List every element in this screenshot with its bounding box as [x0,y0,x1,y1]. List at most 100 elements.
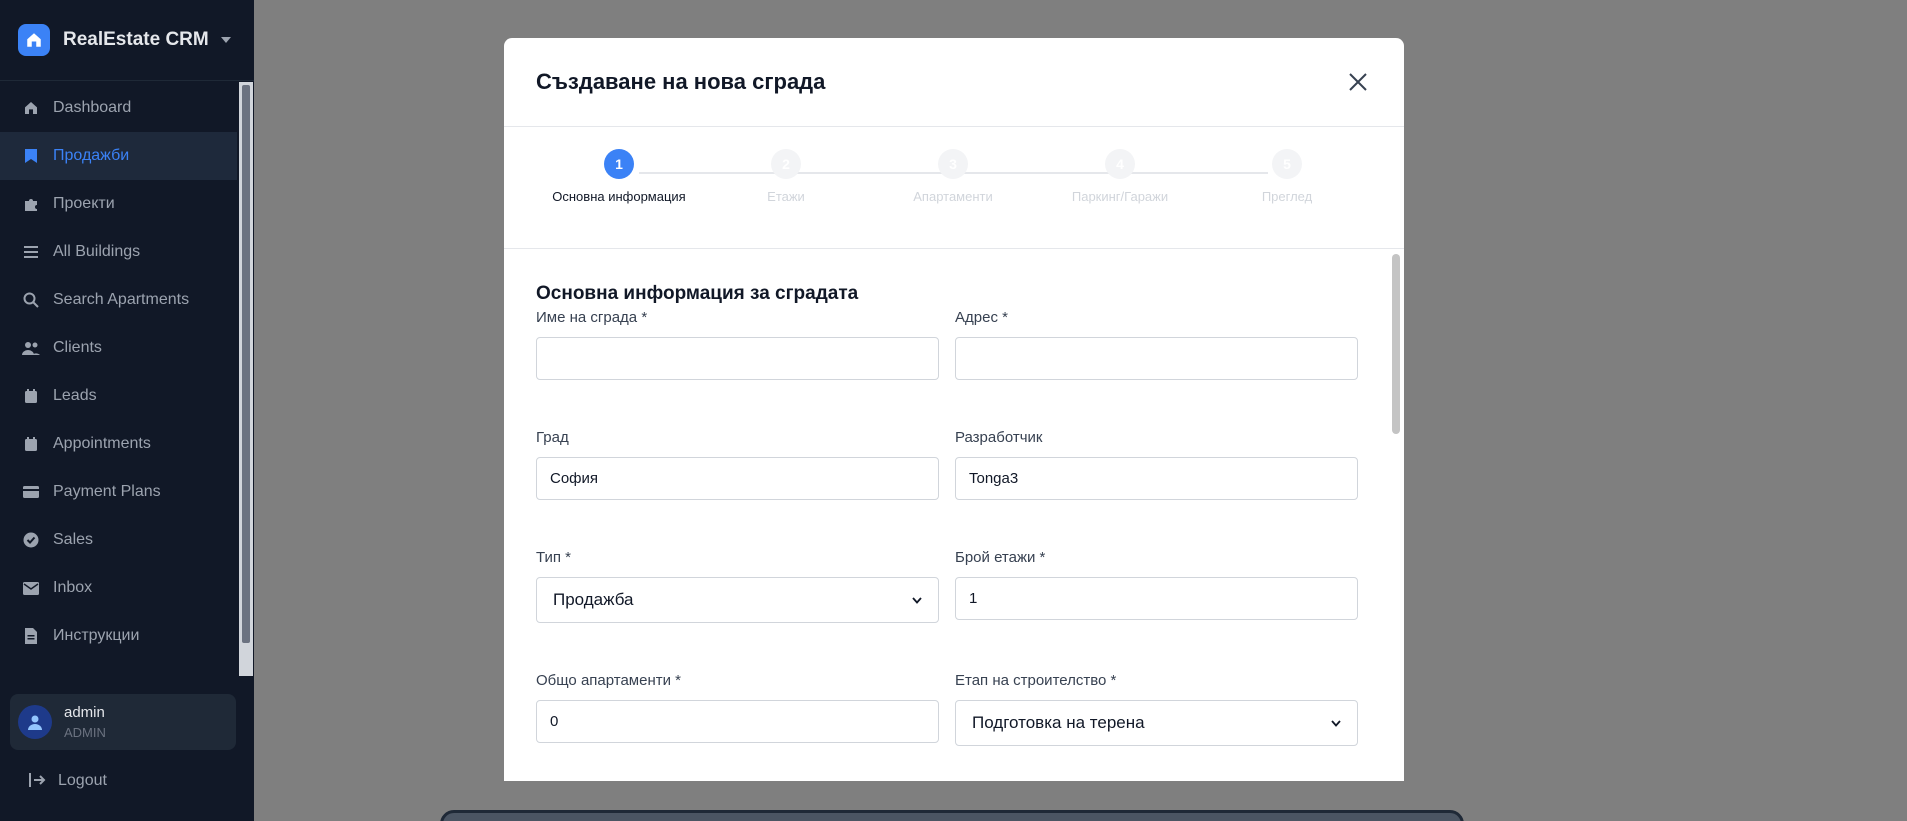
field-label: Тип * [536,549,572,566]
sidebar-item-label: All Buildings [53,243,141,260]
sidebar-item-label: Inbox [53,579,93,596]
sidebar-item-clients[interactable]: Clients [0,324,237,372]
step-label: Преглед [1261,189,1313,204]
step-review[interactable]: 5 Преглед [1207,149,1367,204]
puzzle-icon [22,195,40,213]
logout-icon [28,772,46,790]
sidebar-nav: Dashboard Продажби Проекти All Buildings… [0,84,237,674]
sidebar-item-label: Продажби [53,147,130,164]
wizard-stepper: 1 Основна информация 2 Етажи 3 Апартамен… [504,127,1404,249]
modal-title: Създаване на нова сграда [536,69,826,94]
calendar-icon [22,387,40,405]
step-number: 3 [938,149,968,179]
total-apartments-input[interactable]: 0 [536,700,939,743]
background-panel [440,810,1464,821]
sidebar-item-sales-bg[interactable]: Продажби [0,132,237,180]
sidebar-item-leads[interactable]: Leads [0,372,237,420]
step-number: 5 [1272,149,1302,179]
sidebar: RealEstate CRM Dashboard Продажби Проект… [0,0,254,821]
search-icon [22,291,40,309]
developer-field: Разработчик Tonga3 [955,429,1358,500]
user-name: admin [64,704,105,721]
create-building-modal: Създаване на нова сграда 1 Основна инфор… [504,38,1404,781]
field-label: Общо апартаменти * [536,672,681,689]
field-label: Име на сграда * [536,309,648,326]
step-label: Апартаменти [913,189,993,204]
construction-stage-select[interactable]: Подготовка на терена [955,700,1358,746]
sidebar-item-label: Payment Plans [53,483,161,500]
brand-header[interactable]: RealEstate CRM [0,0,254,81]
step-floors[interactable]: 2 Етажи [706,149,866,204]
address-input[interactable] [955,337,1358,380]
city-field: Град София [536,429,939,500]
bookmark-icon [22,147,40,165]
sidebar-item-appointments[interactable]: Appointments [0,420,237,468]
close-icon [1349,73,1367,91]
construction-stage-field: Етап на строителство * Подготовка на тер… [955,672,1358,746]
app-name: RealEstate CRM [63,29,209,50]
sidebar-scrollbar-thumb[interactable] [242,85,250,643]
chevron-down-icon[interactable] [216,30,236,50]
calendar-icon [22,435,40,453]
users-icon [22,339,40,357]
sidebar-item-payment-plans[interactable]: Payment Plans [0,468,237,516]
step-label: Паркинг/Гаражи [1071,189,1169,204]
sidebar-item-inbox[interactable]: Inbox [0,564,237,612]
field-label: Етап на строителство * [955,672,1117,689]
close-button[interactable] [1344,68,1372,96]
field-label: Адрес * [955,309,1008,326]
sidebar-item-label: Leads [53,387,97,404]
construction-stage-value: Подготовка на терена [972,713,1145,732]
modal-header: Създаване на нова сграда [504,38,1404,127]
step-apartments[interactable]: 3 Апартаменти [873,149,1033,204]
user-card[interactable]: admin ADMIN [10,694,236,750]
logout-label: Logout [58,772,107,789]
sidebar-item-label: Dashboard [53,99,132,116]
building-name-field: Име на сграда * [536,309,939,380]
modal-scrollbar-thumb[interactable] [1392,254,1400,434]
building-name-input[interactable] [536,337,939,380]
field-label: Разработчик [955,429,1043,446]
section-title: Основна информация за сградата [536,283,859,304]
document-icon [22,627,40,645]
step-parking[interactable]: 4 Паркинг/Гаражи [1040,149,1200,204]
developer-input[interactable]: Tonga3 [955,457,1358,500]
sidebar-item-sales[interactable]: Sales [0,516,237,564]
sidebar-item-projects[interactable]: Проекти [0,180,237,228]
sidebar-item-label: Инструкции [53,627,140,644]
sidebar-item-label: Search Apartments [53,291,190,308]
chevron-down-icon [912,596,922,604]
step-label: Етажи [767,189,805,204]
chevron-down-icon [1331,719,1341,727]
sidebar-item-dashboard[interactable]: Dashboard [0,84,237,132]
sidebar-item-label: Clients [53,339,102,356]
sidebar-item-label: Проекти [53,195,115,212]
step-number: 2 [771,149,801,179]
city-input[interactable]: София [536,457,939,500]
step-basic-info[interactable]: 1 Основна информация [539,149,699,204]
step-number: 4 [1105,149,1135,179]
credit-card-icon [22,483,40,501]
home-logo-icon [18,24,50,56]
field-label: Град [536,429,569,446]
field-label: Брой етажи * [955,549,1046,566]
sidebar-item-label: Sales [53,531,94,548]
type-field: Тип * Продажба [536,549,939,623]
total-apartments-field: Общо апартаменти * 0 [536,672,939,743]
sidebar-item-search-apartments[interactable]: Search Apartments [0,276,237,324]
sidebar-item-instructions[interactable]: Инструкции [0,612,237,660]
step-number: 1 [604,149,634,179]
sidebar-item-all-buildings[interactable]: All Buildings [0,228,237,276]
type-select[interactable]: Продажба [536,577,939,623]
list-icon [22,243,40,261]
modal-body: Основна информация за сградата Име на сг… [504,250,1404,781]
user-role: ADMIN [64,725,106,740]
type-select-value: Продажба [553,590,634,609]
step-label: Основна информация [552,189,686,204]
check-circle-icon [22,531,40,549]
floors-input[interactable]: 1 [955,577,1358,620]
home-icon [22,99,40,117]
sidebar-item-label: Appointments [53,435,151,452]
logout-button[interactable]: Logout [28,772,107,790]
address-field: Адрес * [955,309,1358,380]
